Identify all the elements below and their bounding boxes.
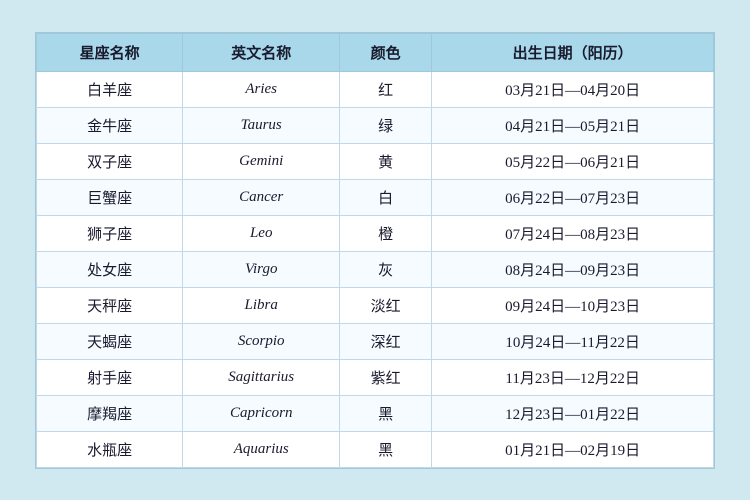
- cell-english-name: Taurus: [183, 107, 340, 143]
- cell-color: 橙: [340, 215, 432, 251]
- table-row: 白羊座Aries红03月21日—04月20日: [37, 71, 714, 107]
- table-row: 天秤座Libra淡红09月24日—10月23日: [37, 287, 714, 323]
- cell-color: 紫红: [340, 359, 432, 395]
- cell-dates: 10月24日—11月22日: [432, 323, 714, 359]
- cell-english-name: Capricorn: [183, 395, 340, 431]
- zodiac-table-container: 星座名称 英文名称 颜色 出生日期（阳历） 白羊座Aries红03月21日—04…: [35, 32, 715, 469]
- cell-dates: 08月24日—09月23日: [432, 251, 714, 287]
- table-header-row: 星座名称 英文名称 颜色 出生日期（阳历）: [37, 33, 714, 71]
- cell-english-name: Scorpio: [183, 323, 340, 359]
- header-chinese-name: 星座名称: [37, 33, 183, 71]
- cell-chinese-name: 狮子座: [37, 215, 183, 251]
- cell-dates: 05月22日—06月21日: [432, 143, 714, 179]
- cell-chinese-name: 摩羯座: [37, 395, 183, 431]
- cell-dates: 06月22日—07月23日: [432, 179, 714, 215]
- cell-chinese-name: 巨蟹座: [37, 179, 183, 215]
- table-row: 处女座Virgo灰08月24日—09月23日: [37, 251, 714, 287]
- cell-color: 黑: [340, 395, 432, 431]
- cell-dates: 03月21日—04月20日: [432, 71, 714, 107]
- cell-english-name: Aries: [183, 71, 340, 107]
- cell-dates: 12月23日—01月22日: [432, 395, 714, 431]
- cell-color: 红: [340, 71, 432, 107]
- cell-english-name: Sagittarius: [183, 359, 340, 395]
- cell-chinese-name: 水瓶座: [37, 431, 183, 467]
- header-color: 颜色: [340, 33, 432, 71]
- cell-english-name: Virgo: [183, 251, 340, 287]
- cell-color: 灰: [340, 251, 432, 287]
- cell-english-name: Gemini: [183, 143, 340, 179]
- cell-english-name: Cancer: [183, 179, 340, 215]
- cell-english-name: Libra: [183, 287, 340, 323]
- table-row: 巨蟹座Cancer白06月22日—07月23日: [37, 179, 714, 215]
- cell-english-name: Aquarius: [183, 431, 340, 467]
- table-row: 射手座Sagittarius紫红11月23日—12月22日: [37, 359, 714, 395]
- header-birth-date: 出生日期（阳历）: [432, 33, 714, 71]
- cell-color: 深红: [340, 323, 432, 359]
- cell-dates: 01月21日—02月19日: [432, 431, 714, 467]
- cell-english-name: Leo: [183, 215, 340, 251]
- table-row: 金牛座Taurus绿04月21日—05月21日: [37, 107, 714, 143]
- cell-color: 淡红: [340, 287, 432, 323]
- table-body: 白羊座Aries红03月21日—04月20日金牛座Taurus绿04月21日—0…: [37, 71, 714, 467]
- cell-chinese-name: 天蝎座: [37, 323, 183, 359]
- table-row: 摩羯座Capricorn黑12月23日—01月22日: [37, 395, 714, 431]
- cell-chinese-name: 射手座: [37, 359, 183, 395]
- table-row: 水瓶座Aquarius黑01月21日—02月19日: [37, 431, 714, 467]
- cell-chinese-name: 金牛座: [37, 107, 183, 143]
- cell-dates: 09月24日—10月23日: [432, 287, 714, 323]
- cell-dates: 04月21日—05月21日: [432, 107, 714, 143]
- zodiac-table: 星座名称 英文名称 颜色 出生日期（阳历） 白羊座Aries红03月21日—04…: [36, 33, 714, 468]
- cell-chinese-name: 白羊座: [37, 71, 183, 107]
- cell-color: 绿: [340, 107, 432, 143]
- table-row: 狮子座Leo橙07月24日—08月23日: [37, 215, 714, 251]
- cell-color: 白: [340, 179, 432, 215]
- header-english-name: 英文名称: [183, 33, 340, 71]
- cell-dates: 07月24日—08月23日: [432, 215, 714, 251]
- cell-chinese-name: 处女座: [37, 251, 183, 287]
- cell-chinese-name: 双子座: [37, 143, 183, 179]
- table-row: 双子座Gemini黄05月22日—06月21日: [37, 143, 714, 179]
- cell-dates: 11月23日—12月22日: [432, 359, 714, 395]
- table-row: 天蝎座Scorpio深红10月24日—11月22日: [37, 323, 714, 359]
- cell-color: 黄: [340, 143, 432, 179]
- cell-color: 黑: [340, 431, 432, 467]
- cell-chinese-name: 天秤座: [37, 287, 183, 323]
